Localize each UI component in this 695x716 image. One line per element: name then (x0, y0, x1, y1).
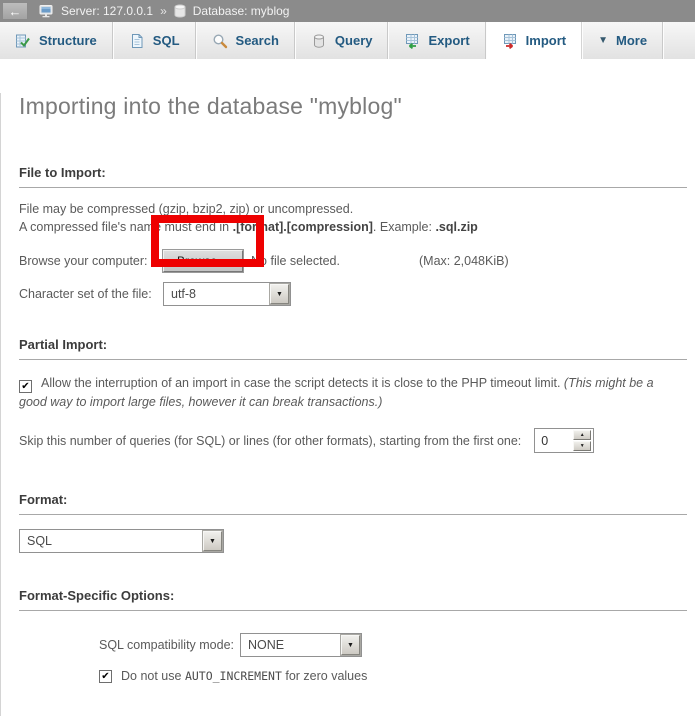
breadcrumb-separator: » (160, 4, 167, 18)
sql-compat-row: SQL compatibility mode: NONE ▼ (99, 633, 689, 657)
breadcrumb-database-link[interactable]: Database: myblog (193, 4, 290, 18)
file-import-notes: File may be compressed (gzip, bzip2, zip… (19, 200, 689, 236)
back-button[interactable]: ← (2, 2, 28, 20)
import-page: Importing into the database "myblog" Fil… (0, 93, 695, 716)
browse-label: Browse your computer: (19, 254, 163, 268)
chevron-down-icon: ▼ (598, 35, 608, 46)
format-options-section-heading: Format-Specific Options: (19, 587, 687, 611)
database-icon (174, 4, 186, 18)
query-icon (311, 33, 327, 49)
search-icon (212, 33, 228, 49)
max-size-text: (Max: 2,048KiB) (419, 254, 509, 268)
format-row: SQL ▼ (19, 529, 689, 553)
allow-interruption-label: Allow the interruption of an import in c… (41, 376, 564, 390)
tab-label: Export (428, 33, 469, 48)
number-spinner: ▲ ▼ (573, 430, 591, 451)
chevron-down-icon: ▼ (270, 284, 289, 304)
tab-label: Search (236, 33, 279, 48)
charset-select[interactable]: utf-8 ▼ (163, 282, 291, 306)
spin-up-button[interactable]: ▲ (573, 430, 591, 440)
auto-increment-row: ✔ Do not use AUTO_INCREMENT for zero val… (99, 669, 689, 683)
auto-increment-label: Do not use AUTO_INCREMENT for zero value… (121, 669, 367, 683)
partial-import-section-heading: Partial Import: (19, 336, 687, 360)
skip-queries-row: Skip this number of queries (for SQL) or… (19, 428, 689, 453)
filename-note: A compressed file's name must end in .[f… (19, 218, 689, 236)
back-arrow-icon: ← (9, 4, 22, 19)
tab-more[interactable]: ▼ More (582, 22, 663, 59)
skip-queries-value: 0 (535, 434, 573, 448)
allow-interruption-checkbox[interactable]: ✔ (19, 380, 32, 393)
tabbar-filler (663, 22, 695, 59)
tab-label: SQL (153, 33, 180, 48)
chevron-down-icon: ▼ (341, 635, 360, 655)
tab-label: Query (335, 33, 373, 48)
tab-search[interactable]: Search (196, 22, 295, 59)
export-icon (404, 33, 420, 49)
breadcrumb-bar: ← Server: 127.0.0.1 » Database: myblog (0, 0, 695, 22)
sql-compat-selected-value: NONE (241, 638, 340, 652)
tab-export[interactable]: Export (388, 22, 485, 59)
sql-compat-label: SQL compatibility mode: (99, 638, 234, 652)
tab-bar: Structure SQL Search Query (0, 22, 695, 59)
no-file-text: No file selected. (251, 254, 340, 268)
tab-import[interactable]: Import (486, 22, 582, 59)
skip-queries-label: Skip this number of queries (for SQL) or… (19, 434, 521, 448)
spin-down-button[interactable]: ▼ (573, 441, 591, 451)
tab-label: Import (526, 33, 566, 48)
browse-row: Browse your computer: Browse… No file se… (19, 250, 689, 272)
structure-icon (15, 33, 31, 49)
sql-icon (129, 33, 145, 49)
charset-row: Character set of the file: utf-8 ▼ (19, 282, 689, 306)
import-icon (502, 33, 518, 49)
format-selected-value: SQL (20, 534, 202, 548)
sql-compat-select[interactable]: NONE ▼ (240, 633, 362, 657)
breadcrumb-server-link[interactable]: Server: 127.0.0.1 (61, 4, 153, 18)
tab-label: Structure (39, 33, 97, 48)
tab-structure[interactable]: Structure (0, 22, 113, 59)
allow-interruption-row: ✔ Allow the interruption of an import in … (19, 374, 683, 412)
file-import-section-heading: File to Import: (19, 164, 687, 188)
format-select[interactable]: SQL ▼ (19, 529, 224, 553)
browse-button[interactable]: Browse… (163, 250, 243, 272)
charset-selected-value: utf-8 (164, 287, 269, 301)
page-title: Importing into the database "myblog" (19, 93, 689, 120)
skip-queries-input[interactable]: 0 ▲ ▼ (534, 428, 594, 453)
charset-label: Character set of the file: (19, 287, 163, 301)
tab-label: More (616, 33, 647, 48)
compression-note: File may be compressed (gzip, bzip2, zip… (19, 200, 689, 218)
chevron-down-icon: ▼ (203, 531, 222, 551)
tab-sql[interactable]: SQL (113, 22, 196, 59)
tab-query[interactable]: Query (295, 22, 389, 59)
auto-increment-checkbox[interactable]: ✔ (99, 670, 112, 683)
server-icon (39, 4, 54, 18)
format-section-heading: Format: (19, 491, 687, 515)
